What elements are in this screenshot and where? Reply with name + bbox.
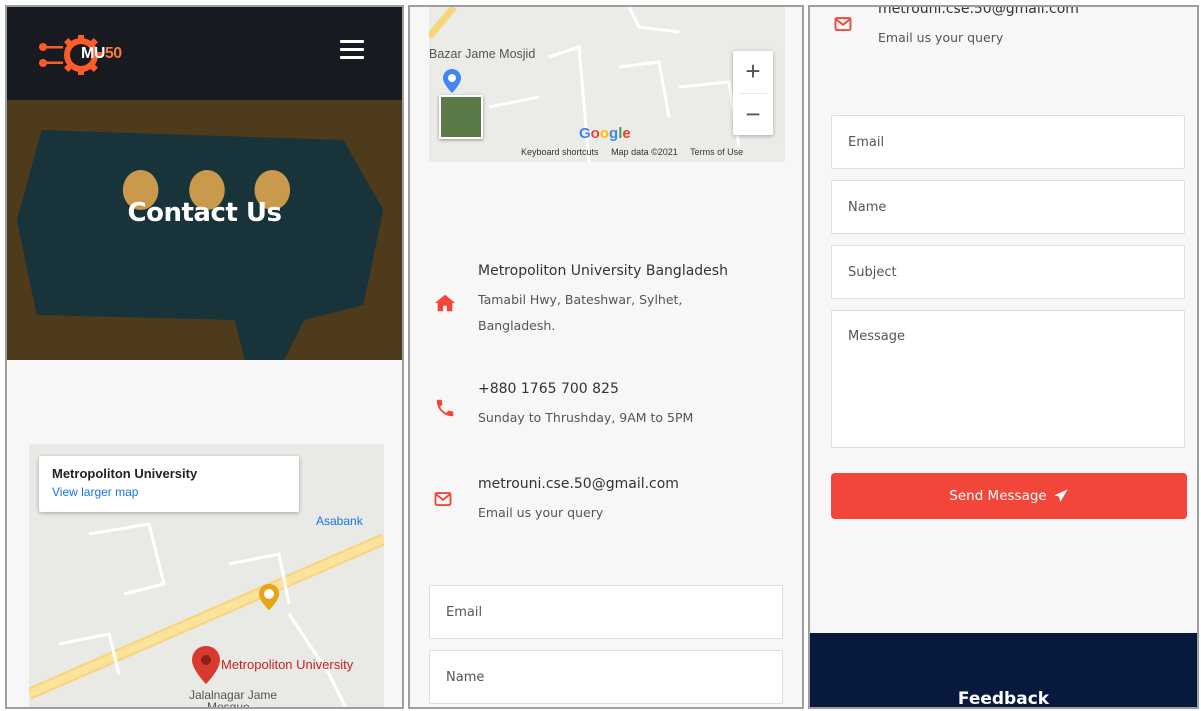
view-larger-map-link[interactable]: View larger map — [52, 485, 286, 499]
terms-link[interactable]: Terms of Use — [690, 147, 743, 157]
place-label-asabank: Asabank — [316, 514, 363, 528]
mobile-screen-contact-info: Bazar Jame Mosjid Google Keyboard shortc… — [408, 5, 804, 709]
place-label-mosque: Mosque — [207, 700, 250, 709]
envelope-icon — [834, 17, 852, 31]
name-field[interactable]: Name — [831, 180, 1185, 234]
place-label-mosjid: Bazar Jame Mosjid — [429, 47, 536, 61]
email-address[interactable]: metrouni.cse.50@gmail.com — [478, 476, 679, 492]
address-line: Tamabil Hwy, Bateshwar, Sylhet, Banglade… — [478, 292, 683, 333]
email-note: Email us your query — [478, 505, 604, 520]
email-field[interactable]: Email — [429, 585, 783, 639]
send-message-button[interactable]: Send Message — [831, 473, 1187, 519]
cafe-pin-icon — [259, 584, 279, 610]
zoom-out-button[interactable]: − — [733, 94, 773, 136]
map-data-text: Map data ©2021 — [611, 147, 678, 157]
page-title: Contact Us — [127, 198, 282, 228]
phone-number[interactable]: +880 1765 700 825 — [478, 381, 619, 397]
map-info-card: Metropoliton University View larger map — [39, 456, 299, 512]
email-field[interactable]: Email — [831, 115, 1185, 169]
keyboard-shortcuts-link[interactable]: Keyboard shortcuts — [521, 147, 599, 157]
zoom-in-button[interactable]: + — [733, 51, 773, 93]
paper-plane-icon — [1054, 489, 1068, 502]
home-icon — [434, 294, 456, 312]
zoom-controls: + − — [733, 51, 773, 135]
message-textarea[interactable]: Message — [831, 310, 1185, 448]
email-address[interactable]: metrouni.cse.50@gmail.com — [878, 7, 1079, 17]
footer: Feedback — [810, 633, 1197, 709]
embedded-map[interactable]: Metropoliton University View larger map … — [29, 444, 384, 709]
envelope-icon — [434, 492, 452, 506]
site-logo[interactable]: MU50 — [35, 34, 155, 76]
map-attribution: Keyboard shortcuts Map data ©2021 Terms … — [521, 147, 753, 157]
embedded-map-lower[interactable]: Bazar Jame Mosjid Google Keyboard shortc… — [429, 7, 785, 162]
marker-label: Metropoliton University — [221, 657, 354, 672]
subject-field[interactable]: Subject — [831, 245, 1185, 299]
map-pin-icon[interactable] — [192, 646, 220, 684]
footer-title: Feedback — [957, 689, 1050, 709]
logo-text: MU50 — [81, 45, 122, 62]
mobile-screen-form: metrouni.cse.50@gmail.com Email us your … — [808, 5, 1199, 709]
map-card-title: Metropoliton University — [52, 466, 198, 481]
email-note: Email us your query — [878, 30, 1004, 45]
google-logo: Google — [579, 125, 631, 142]
hero-banner: Contact Us — [7, 100, 402, 360]
shop-pin-icon — [443, 69, 461, 93]
address-title: Metropoliton University Bangladesh — [478, 263, 728, 279]
mobile-screen-home: MU50 Contact Us Metropoliton University … — [5, 5, 404, 709]
name-field[interactable]: Name — [429, 650, 783, 704]
satellite-toggle[interactable] — [439, 95, 483, 139]
top-navbar: MU50 — [7, 7, 402, 100]
send-button-label: Send Message — [949, 488, 1047, 504]
hamburger-icon[interactable] — [340, 40, 364, 60]
speech-bubble-image — [7, 100, 402, 360]
phone-icon — [436, 399, 454, 417]
office-hours: Sunday to Thrushday, 9AM to 5PM — [478, 410, 694, 425]
